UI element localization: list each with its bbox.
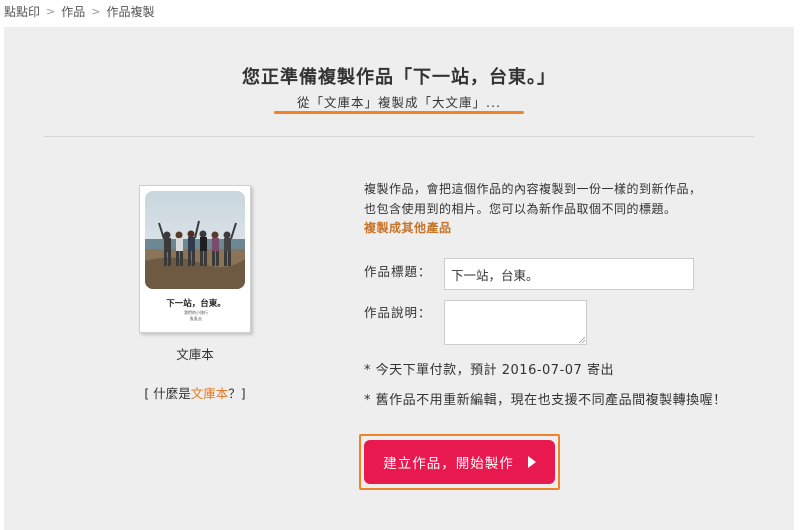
copy-work-panel: 您正準備複製作品「下一站，台東。」 從「文庫本」複製成「大文庫」... 下一站，… <box>4 27 794 530</box>
cover-photo <box>145 191 245 289</box>
product-help-suffix: ？] <box>228 386 246 401</box>
title-label: 作品標題： <box>364 264 432 279</box>
play-triangle-icon <box>527 456 536 468</box>
page-title: 您正準備複製作品「下一站，台東。」 <box>242 67 556 88</box>
intro-line-1: 複製作品，會把這個作品的內容複製到一份一樣的到新作品， <box>364 182 702 196</box>
section-divider <box>44 136 754 137</box>
ship-date-note: * 今天下單付款，預計 2016-07-07 寄出 <box>364 363 614 378</box>
breadcrumb-current: 作品複製 <box>106 4 155 19</box>
description-label: 作品說明： <box>364 305 432 320</box>
intro-line-2: 也包含使用到的相片。您可以為新作品取個不同的標題。 <box>364 202 677 216</box>
product-help-link[interactable]: 文庫本 <box>191 386 229 401</box>
page-subtitle: 從「文庫本」複製成「大文庫」... <box>297 95 501 110</box>
product-help-prefix: [ 什麼是 <box>144 386 191 401</box>
title-input[interactable] <box>444 258 694 290</box>
subtitle-underline <box>274 111 524 114</box>
copy-intro-text: 複製作品，會把這個作品的內容複製到一份一樣的到新作品， 也包含使用到的相片。您可… <box>364 179 754 219</box>
breadcrumb-home-link[interactable]: 點點印 <box>4 3 40 20</box>
product-help: [ 什麼是文庫本？] <box>104 383 286 402</box>
book-cover-thumbnail: 下一站，台東。 我們的小旅行 亂亂去 <box>139 185 251 333</box>
breadcrumb: 點點印 > 作品 > 作品複製 <box>4 2 154 20</box>
cover-author: 亂亂去 <box>190 316 202 321</box>
cover-title: 下一站，台東。 <box>166 299 226 309</box>
product-name: 文庫本 <box>176 347 214 362</box>
breadcrumb-separator: > <box>46 4 56 18</box>
create-work-button-label: 建立作品，開始製作 <box>383 456 514 472</box>
description-textarea[interactable] <box>444 300 587 345</box>
breadcrumb-separator: > <box>91 4 101 18</box>
breadcrumb-works-link[interactable]: 作品 <box>61 3 85 20</box>
convert-note: * 舊作品不用重新編輯，現在也支援不同產品間複製轉換喔！ <box>364 393 727 408</box>
copy-to-other-product-link[interactable]: 複製成其他產品 <box>364 219 452 236</box>
create-work-button[interactable]: 建立作品，開始製作 <box>364 440 555 484</box>
cover-photo-image <box>145 191 245 289</box>
